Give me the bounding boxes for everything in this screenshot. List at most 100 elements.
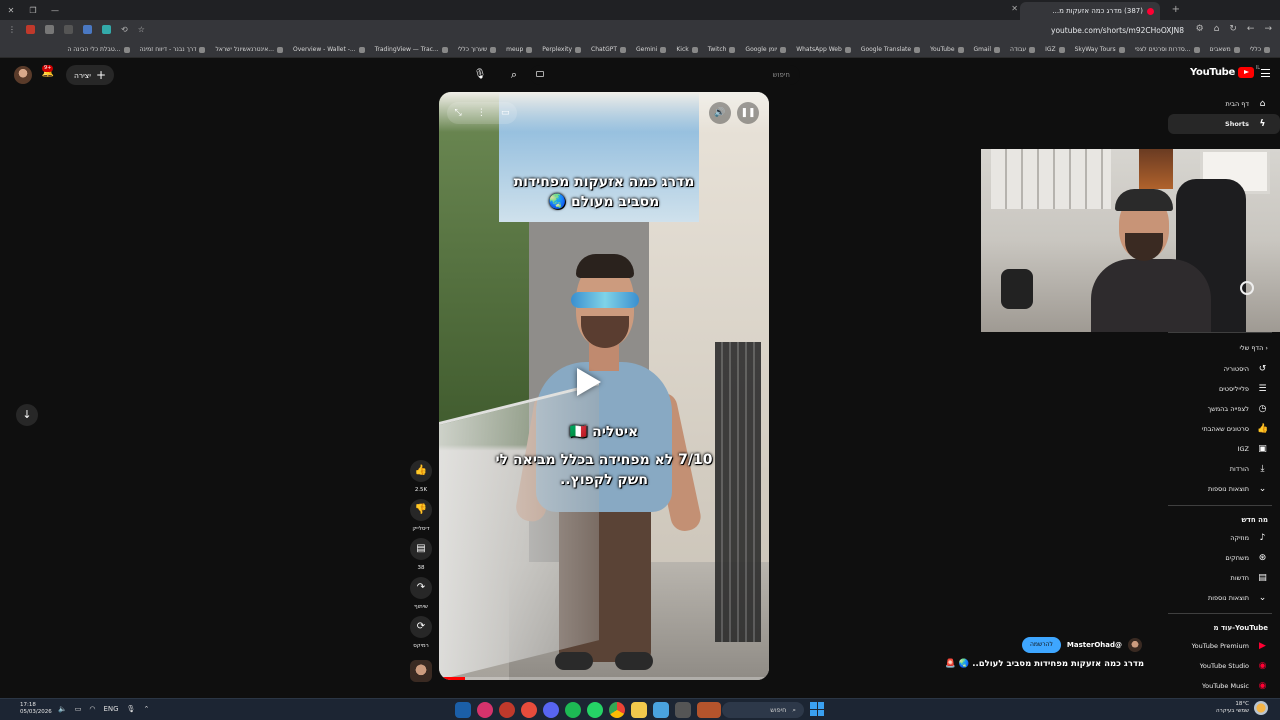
app-icon[interactable] [697,702,721,718]
app-icon[interactable] [521,702,537,718]
chrome-icon[interactable] [609,702,625,718]
bookmark-item[interactable]: WhatsApp Web [796,46,851,53]
video-title[interactable]: מדרג כמה אזעקות מפחידות מסביב לעולם.. 🌏 … [945,659,1144,669]
minimize-window-icon[interactable]: — [44,6,66,15]
sidebar-item-home[interactable]: דף הבית ⌂ [1168,94,1280,114]
bookmark-item[interactable]: meup [506,46,533,53]
channel-avatar[interactable] [1128,638,1142,652]
home-icon[interactable]: ⌂ [1214,24,1220,34]
close-window-icon[interactable]: ✕ [0,6,22,15]
share-button[interactable]: ↷ שיתוף [405,577,437,610]
play-icon[interactable] [567,360,603,400]
voice-search-icon[interactable]: 🎙 [472,67,488,83]
history-icon[interactable]: ⟲ [121,25,128,34]
sidebar-item-igz[interactable]: IGZ ▣ [1168,439,1280,459]
account-avatar[interactable] [14,66,32,84]
bookmark-item[interactable]: Gemini [636,46,667,53]
bookmark-item[interactable]: טבלת כלי הבינה ה... [67,46,130,53]
create-button[interactable]: יצירה + [66,65,114,85]
new-tab-button[interactable]: + [1172,4,1180,15]
subscribe-button[interactable]: להרשמה [1021,637,1061,653]
extension-icon[interactable] [102,25,111,34]
spotify-icon[interactable] [565,702,581,718]
volume-icon[interactable]: 🔈 [58,705,67,713]
bookmark-item[interactable]: Kick [676,46,698,53]
whatsapp-icon[interactable] [587,702,603,718]
sidebar-item-show-more-2[interactable]: תוצאות נוספות ⌄ [1168,588,1280,608]
bookmark-item[interactable]: משאבים [1210,46,1240,53]
sidebar-item-youtube-studio[interactable]: YouTube Studio ◉ [1168,656,1280,676]
wifi-icon[interactable]: ◠ [89,705,95,713]
sidebar-item-watch-later[interactable]: לצפייה בהמשך ◷ [1168,399,1280,419]
youtube-logo[interactable]: YouTube IL [1190,65,1260,78]
restore-window-icon[interactable]: ❐ [22,6,44,15]
discord-icon[interactable] [543,702,559,718]
sound-avatar[interactable] [410,660,432,682]
bookmark-item[interactable]: SkyWay Tours [1075,46,1125,53]
bookmark-item[interactable]: ChatGPT [591,46,627,53]
sidebar-item-liked-videos[interactable]: סרטונים שאהבתי 👍 [1168,419,1280,439]
sidebar-item-history[interactable]: היסטוריה ↺ [1168,359,1280,379]
menu-dots-icon[interactable]: ⋮ [8,25,16,34]
bookmark-star-icon[interactable]: ☆ [138,25,145,34]
sidebar-heading-you[interactable]: הדף שלי › [1240,344,1268,352]
channel-name[interactable]: @MasterOhad [1067,641,1122,649]
notifications-bell-icon[interactable]: 🔔 9+ [40,65,56,83]
bookmark-item[interactable]: שערוך כללי [458,46,497,53]
bookmark-item[interactable]: TradingView — Trac... [375,46,448,53]
bookmark-item[interactable]: סדרות וסרטים לצפי... [1135,46,1200,53]
volume-icon[interactable]: 🔊 [709,102,731,124]
shorts-video-player[interactable]: מדרג כמה אזעקות מפחידות מסביב מעולם 🌏 אי… [439,92,769,680]
extension-icon[interactable] [26,25,35,34]
more-options-icon[interactable]: ⋮ [477,108,486,118]
back-arrow-icon[interactable]: → [1264,24,1272,34]
bookmark-item[interactable]: Perplexity [542,46,582,53]
extension-icon[interactable] [45,25,54,34]
captions-icon[interactable]: ▭ [501,108,510,118]
bookmark-item[interactable]: עבודה [1010,46,1036,53]
sidebar-item-gaming[interactable]: משחקים ⊛ [1168,548,1280,568]
chevron-up-icon[interactable]: ⌃ [143,705,149,713]
remix-button[interactable]: ⟳ רמיקס [405,616,437,649]
windows-start-icon[interactable] [810,702,824,716]
forward-arrow-icon[interactable]: ← [1247,24,1255,34]
bookmark-item[interactable]: כללי [1250,46,1270,53]
sidebar-item-playlists[interactable]: פלייליסטים ☰ [1168,379,1280,399]
menu-hamburger-icon[interactable] [1261,69,1270,77]
file-explorer-icon[interactable] [631,702,647,718]
sidebar-item-news[interactable]: חדשות ▤ [1168,568,1280,588]
tab-close-icon[interactable]: ✕ [1011,4,1018,13]
bookmark-item[interactable]: אינטרנאשיונל ישראל... [215,46,283,53]
url-field[interactable]: youtube.com/shorts/m92CHoOXJN8 [1051,26,1184,35]
next-video-arrow-icon[interactable]: ↓ [16,404,38,426]
app-icon[interactable] [455,702,471,718]
sidebar-item-shorts[interactable]: Shorts ϟ [1168,114,1280,134]
taskbar-clock[interactable]: 17:18 05/03/2026 [20,702,52,716]
bookmark-item[interactable]: Google Translate [861,46,921,53]
video-progress-bar[interactable] [439,677,769,680]
sidebar-item-music[interactable]: מוזיקה ♪ [1168,528,1280,548]
taskbar-weather[interactable]: 18°C שמשי בעיקרה [1216,701,1268,715]
app-icon[interactable] [653,702,669,718]
sidebar-item-youtube-premium[interactable]: YouTube Premium ▶ [1168,636,1280,656]
bookmark-item[interactable]: Google יומן [745,46,787,53]
extension-icon[interactable] [83,25,92,34]
search-input[interactable]: חיפוש [530,65,800,85]
site-settings-icon[interactable]: ⚙ [1196,24,1204,34]
search-icon[interactable]: ⌕ [506,67,522,83]
sidebar-item-youtube-music[interactable]: YouTube Music ◉ [1168,676,1280,696]
sidebar-item-show-more[interactable]: תוצאות נוספות ⌄ [1168,479,1280,499]
display-icon[interactable]: ▭ [75,705,82,713]
extensions-puzzle-icon[interactable] [64,25,73,34]
sidebar-item-downloads[interactable]: הורדות ⤓ [1168,459,1280,479]
dislike-button[interactable]: 👎 דיסלייק [405,499,437,532]
taskbar-search[interactable]: חיפוש ⌕ [722,702,804,718]
collapse-icon[interactable]: ⤡ [455,108,462,118]
bookmark-item[interactable]: Overview - Wallet -... [293,46,365,53]
browser-tab-active[interactable]: (387) מדרג כמה אזעקות מ... [1020,2,1160,20]
pause-icon[interactable]: ❚❚ [737,102,759,124]
app-icon[interactable] [477,702,493,718]
bookmark-item[interactable]: דרך נבנר - דיווח זמינה [140,46,206,53]
keyboard-icon[interactable] [536,71,544,77]
comments-button[interactable]: ▤ 38 [405,538,437,571]
